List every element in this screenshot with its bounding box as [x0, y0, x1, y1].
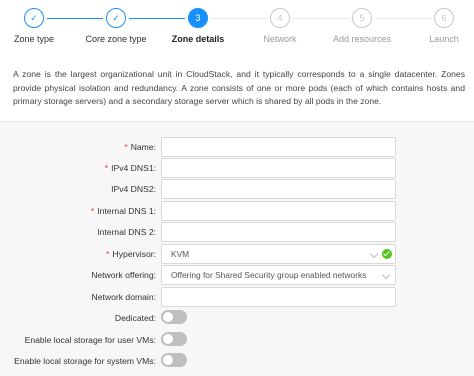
form-row-network-offering: Network offering: Offering for Shared Se… — [0, 265, 474, 285]
step-label: Launch — [429, 34, 459, 44]
form-row-ipv4-dns2: IPv4 DNS2: — [0, 179, 474, 199]
dedicated-toggle[interactable] — [161, 310, 187, 324]
zone-description: A zone is the largest organizational uni… — [13, 69, 465, 106]
required-mark: * — [104, 163, 109, 173]
internal-dns1-label: Internal DNS 1: — [97, 206, 156, 216]
ipv4-dns2-input[interactable] — [161, 179, 396, 199]
form-row-local-storage-system: Enable local storage for system VMs: — [0, 351, 474, 371]
check-icon: ✓ — [24, 8, 44, 28]
hypervisor-select[interactable]: KVM — [161, 244, 396, 264]
form-row-ipv4-dns1: * IPv4 DNS1: — [0, 158, 474, 178]
form-row-internal-dns1: * Internal DNS 1: — [0, 201, 474, 221]
local-storage-user-label: Enable local storage for user VMs: — [24, 335, 156, 345]
ipv4-dns1-input[interactable] — [161, 158, 396, 178]
chevron-down-icon — [381, 270, 391, 280]
name-input[interactable] — [161, 137, 396, 157]
step-core-zone-type: ✓ Core zone type — [76, 8, 156, 44]
form-row-hypervisor: * Hypervisor: KVM — [0, 244, 474, 264]
wizard-steps: ✓ Zone type ✓ Core zone type 3 Zone deta… — [0, 0, 474, 56]
form-row-network-domain: Network domain: — [0, 287, 474, 307]
zone-details-form: * Name: * IPv4 DNS1: IPv4 DNS2: * Internal … — [0, 121, 474, 376]
internal-dns1-input[interactable] — [161, 201, 396, 221]
required-mark: * — [106, 249, 110, 259]
form-row-name: * Name: — [0, 137, 474, 157]
network-domain-label: Network domain: — [91, 292, 156, 302]
step-label: Network — [263, 34, 297, 44]
local-storage-user-toggle[interactable] — [161, 332, 187, 346]
form-row-internal-dns2: Internal DNS 2: — [0, 222, 474, 242]
local-storage-system-toggle[interactable] — [161, 353, 187, 367]
step-launch: 6 Launch — [404, 8, 474, 44]
form-row-dedicated: Dedicated: — [0, 308, 474, 328]
step-add-resources: 5 Add resources — [322, 8, 402, 44]
step-number: 4 — [270, 8, 290, 28]
step-zone-type: ✓ Zone type — [0, 8, 74, 44]
step-network: 4 Network — [240, 8, 320, 44]
step-label: Add resources — [332, 34, 392, 44]
ipv4-dns1-label: IPv4 DNS1: — [111, 163, 156, 173]
toggle-knob — [163, 334, 173, 344]
hypervisor-value: KVM — [171, 249, 190, 259]
step-number: 6 — [434, 8, 454, 28]
chevron-down-icon — [369, 249, 379, 259]
toggle-knob — [163, 312, 173, 322]
step-number: 5 — [352, 8, 372, 28]
toggle-knob — [163, 355, 173, 365]
network-offering-label: Network offering: — [91, 270, 156, 280]
hypervisor-label: Hypervisor: — [112, 249, 156, 259]
step-label: Zone details — [171, 34, 225, 44]
required-mark: * — [90, 206, 95, 216]
step-zone-details: 3 Zone details — [158, 8, 238, 44]
name-label: Name: — [130, 142, 156, 152]
local-storage-system-label: Enable local storage for system VMs: — [14, 356, 156, 366]
required-mark: * — [124, 142, 128, 152]
form-row-local-storage-user: Enable local storage for user VMs: — [0, 330, 474, 350]
step-number: 3 — [188, 8, 208, 28]
internal-dns2-input[interactable] — [161, 222, 396, 242]
check-icon: ✓ — [106, 8, 126, 28]
ipv4-dns2-label: IPv4 DNS2: — [111, 184, 156, 194]
step-label: Zone type — [13, 34, 55, 44]
internal-dns2-label: Internal DNS 2: — [97, 227, 156, 237]
check-circle-icon — [382, 249, 392, 259]
dedicated-label: Dedicated: — [114, 313, 156, 323]
network-offering-select[interactable]: Offering for Shared Security group enabl… — [161, 265, 396, 285]
step-label: Core zone type — [85, 34, 147, 44]
network-domain-input[interactable] — [161, 287, 396, 307]
network-offering-value: Offering for Shared Security group enabl… — [171, 270, 367, 280]
